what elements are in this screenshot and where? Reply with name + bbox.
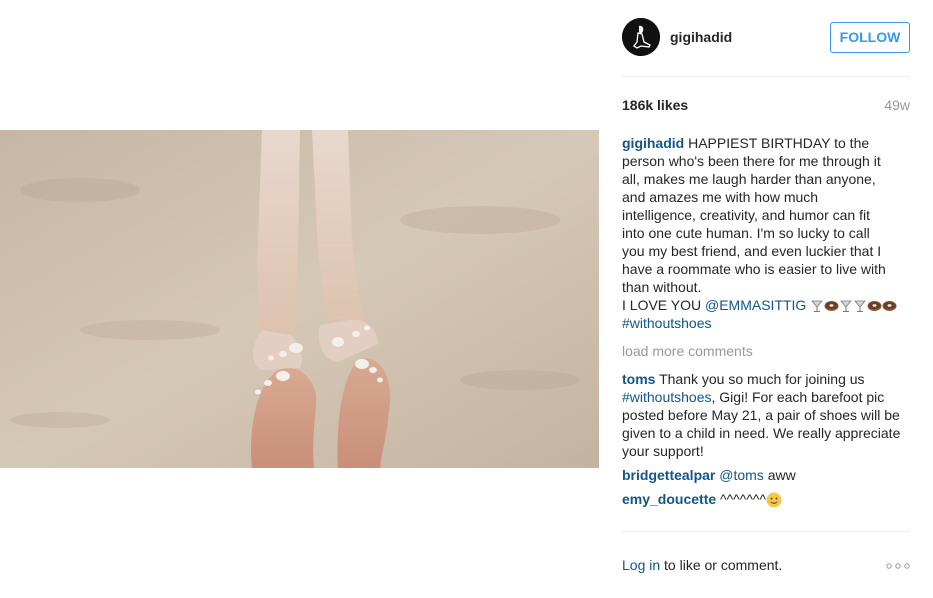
comment-username[interactable]: emy_doucette (622, 491, 716, 507)
divider (622, 76, 910, 77)
comments-list: gigihadid HAPPIEST BIRTHDAY to the perso… (622, 134, 910, 508)
caption-text-line: person who's been there for me through i… (622, 153, 881, 169)
load-more-comments-link[interactable]: load more comments (622, 342, 910, 360)
post-header: gigihadid FOLLOW (622, 17, 910, 59)
donut-icon (882, 301, 897, 312)
caption-text-line: than without. (622, 279, 702, 295)
comment-username[interactable]: toms (622, 371, 655, 387)
comment-text: aww (767, 467, 796, 483)
donut-icon (824, 301, 839, 312)
caption-love-text: I LOVE YOU (622, 297, 702, 313)
post-author-username[interactable]: gigihadid (670, 29, 732, 45)
caption-hashtag[interactable]: #withoutshoes (622, 314, 910, 332)
martini-glass-icon (811, 300, 824, 313)
caption-text-line: you my best friend, and even luckier tha… (622, 243, 882, 259)
caption-text-line: into one cute human. I'm so lucky to cal… (622, 225, 870, 241)
login-link[interactable]: Log in (622, 557, 660, 573)
caption-text-line: intelligence, creativity, and humor can … (622, 207, 870, 223)
comment-item: emy_doucette ^^^^^^^ (622, 490, 910, 508)
caption: gigihadid HAPPIEST BIRTHDAY to the perso… (622, 134, 910, 332)
caption-mention[interactable]: @EMMASITTIG (705, 297, 806, 313)
more-options-icon[interactable] (886, 562, 910, 570)
caption-username[interactable]: gigihadid (622, 135, 684, 151)
comment-hashtag[interactable]: #withoutshoes (622, 389, 712, 405)
smiling-face-icon (766, 492, 782, 508)
caption-text-line: HAPPIEST BIRTHDAY to the (688, 135, 870, 151)
feet-in-sand-image (0, 130, 599, 468)
martini-glass-icon (840, 300, 853, 313)
post-sidebar: gigihadid FOLLOW 186k likes 49w gigihadi… (622, 0, 910, 598)
footer: Log in to like or comment. (622, 557, 782, 573)
comment-item: bridgettealpar @toms aww (622, 466, 910, 484)
comment-mention[interactable]: @toms (719, 467, 764, 483)
caption-text-line: all, makes me laugh harder than anyone, (622, 171, 876, 187)
caption-emoji-row (810, 297, 897, 313)
comment-username[interactable]: bridgettealpar (622, 467, 715, 483)
footer-text: to like or comment. (664, 557, 783, 573)
post-age[interactable]: 49w (884, 97, 910, 113)
comment-item: toms Thank you so much for joining us #w… (622, 370, 910, 460)
divider (622, 531, 910, 532)
post-photo[interactable] (0, 130, 599, 468)
avatar[interactable] (622, 18, 660, 56)
caption-text-line: have a roommate who is easier to live wi… (622, 261, 886, 277)
martini-glass-icon (854, 300, 867, 313)
avatar-silhouette-icon (622, 18, 660, 56)
caption-text-line: and amazes me with how much (622, 189, 819, 205)
follow-button[interactable]: FOLLOW (830, 22, 910, 53)
comment-text: ^^^^^^^ (720, 491, 767, 507)
likes-count[interactable]: 186k likes (622, 97, 688, 113)
comment-text: Thank you so much for joining us (659, 371, 865, 387)
donut-icon (867, 301, 882, 312)
